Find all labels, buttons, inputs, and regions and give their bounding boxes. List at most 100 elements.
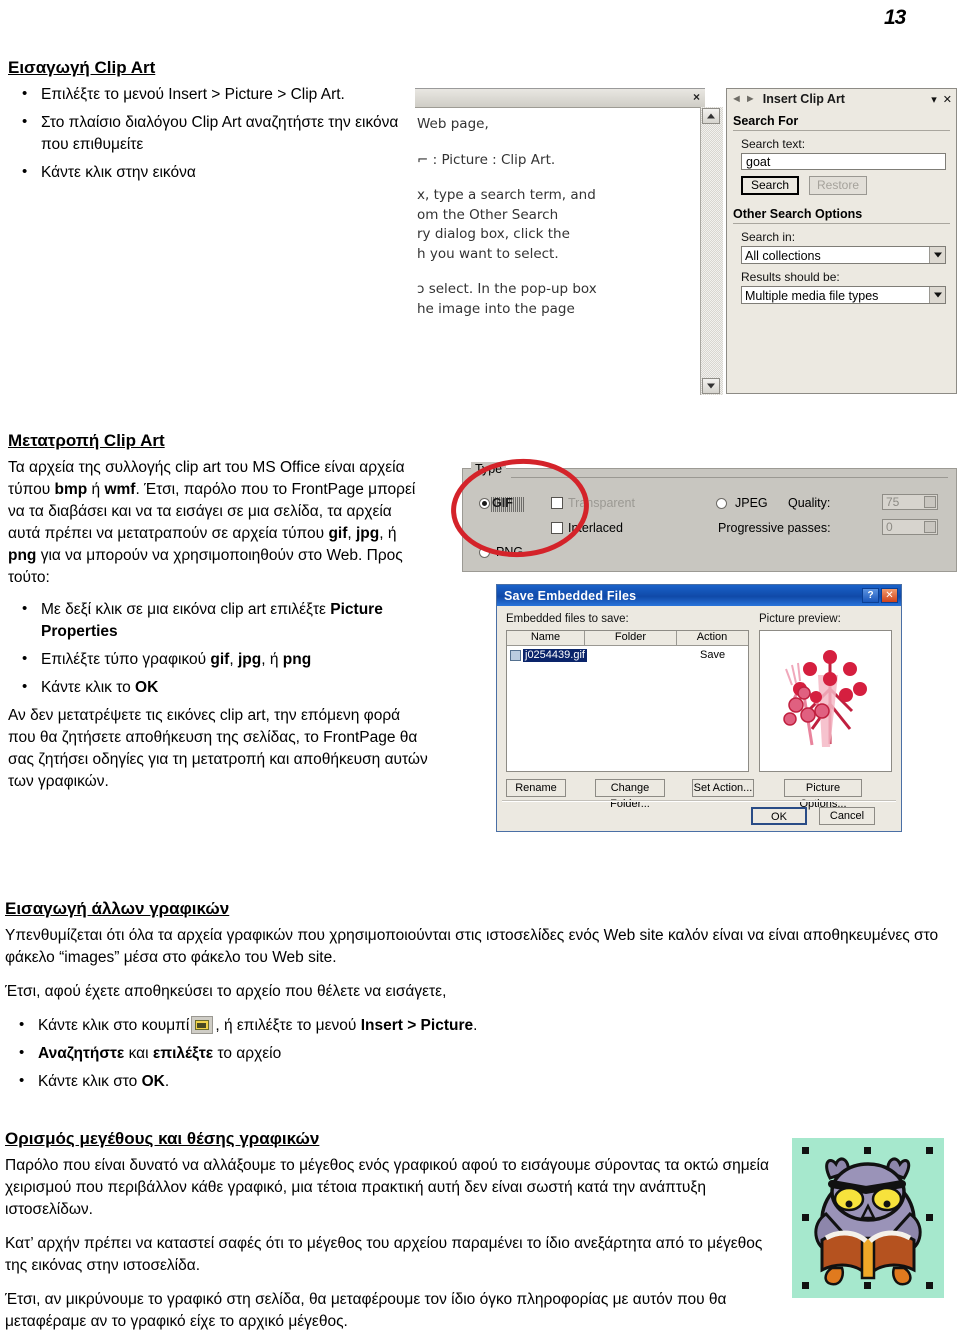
- text-run-bold: Insert > Picture: [360, 1017, 474, 1035]
- search-button[interactable]: Search: [741, 176, 799, 195]
- embedded-files-list[interactable]: Name Folder Action j0254439.gif Save: [506, 630, 749, 772]
- text-run-bold: jpg: [356, 525, 380, 543]
- size-paragraph-1: Παρόλο που είναι δυνατό να αλλάξουμε το …: [5, 1157, 769, 1219]
- resize-handle[interactable]: [864, 1147, 871, 1154]
- text-run: για να μπορούν να χρησιμοποιηθούν στο We…: [8, 547, 403, 587]
- text-run: , ή επιλέξτε το μενού: [215, 1017, 361, 1035]
- chevron-down-icon[interactable]: [929, 247, 945, 263]
- text-run-bold: jpg: [237, 651, 262, 669]
- chevron-down-icon[interactable]: ▾: [931, 93, 937, 106]
- resize-handle[interactable]: [802, 1282, 809, 1289]
- owl-clipart-image[interactable]: [792, 1138, 944, 1298]
- ok-button[interactable]: OK: [751, 807, 807, 825]
- resize-handle[interactable]: [926, 1282, 933, 1289]
- close-icon[interactable]: ✕: [881, 588, 898, 603]
- list-item: Κάντε κλικ το OK: [8, 676, 428, 699]
- frontpage-document-window: × Web page, ⌐ : Picture : Clip Art. x, t…: [415, 88, 723, 395]
- insert-clipart-bullet-list: Επιλέξτε το μενού Insert > Picture > Cli…: [8, 83, 408, 184]
- task-pane-titlebar: ◄ ► Insert Clip Art ▾ ✕: [727, 89, 956, 109]
- stepper-arrows-icon[interactable]: [924, 521, 936, 533]
- list-item: Επιλέξτε το μενού Insert > Picture > Cli…: [8, 83, 408, 106]
- convert-paragraph-2: Αν δεν μετατρέψετε τις εικόνες clip art,…: [8, 707, 428, 791]
- document-page: 13 Εισαγωγή Clip Art Επιλέξτε το μενού I…: [0, 0, 960, 1339]
- list-item: Στο πλαίσιο διαλόγου Clip Art αναζητήστε…: [8, 111, 408, 156]
- table-header-row: Name Folder Action: [507, 631, 748, 646]
- insert-picture-button-icon: [191, 1016, 214, 1035]
- doc-line: Web page,: [417, 116, 489, 132]
- doc-line: x, type a search term, and om the Other …: [417, 187, 596, 262]
- scroll-down-icon[interactable]: [702, 378, 720, 394]
- quality-stepper[interactable]: 75: [882, 494, 938, 510]
- search-button-row: Search Restore: [741, 176, 956, 195]
- text-run: .: [164, 1073, 170, 1091]
- section-other-graphics: Εισαγωγή άλλων γραφικών Υπενθυμίζεται ότ…: [5, 898, 955, 1099]
- page-number: 13: [884, 6, 906, 29]
- screenshot-insert-clipart: × Web page, ⌐ : Picture : Clip Art. x, t…: [415, 88, 957, 395]
- stepper-arrows-icon[interactable]: [924, 496, 936, 508]
- close-icon[interactable]: ✕: [943, 93, 952, 106]
- list-item: Επιλέξτε τύπο γραφικού gif, jpg, ή png: [8, 648, 428, 671]
- size-paragraph-2: Κατ’ αρχήν πρέπει να καταστεί σαφές ότι …: [5, 1235, 763, 1275]
- search-in-label: Search in:: [741, 230, 796, 244]
- scroll-up-icon[interactable]: [702, 108, 720, 124]
- jpeg-radio[interactable]: [716, 498, 727, 509]
- progressive-passes-stepper[interactable]: 0: [882, 519, 938, 535]
- column-header-action[interactable]: Action: [677, 631, 747, 645]
- help-icon[interactable]: ?: [862, 588, 879, 603]
- resize-handle[interactable]: [802, 1147, 809, 1154]
- section-heading-insert-clipart: Εισαγωγή Clip Art: [8, 58, 156, 77]
- column-header-name[interactable]: Name: [507, 631, 585, 645]
- resize-handle[interactable]: [926, 1214, 933, 1221]
- list-item: Κάντε κλικ στο κουμπί , ή επιλέξτε το μεν…: [5, 1014, 955, 1037]
- results-value: Multiple media file types: [745, 289, 879, 303]
- quality-label: Quality:: [788, 496, 831, 510]
- file-icon: [510, 649, 521, 661]
- search-for-heading: Search For: [733, 114, 950, 131]
- doc-line: ⌐ : Picture : Clip Art.: [417, 151, 556, 168]
- search-in-select[interactable]: All collections: [741, 246, 946, 264]
- column-header-folder[interactable]: Folder: [585, 631, 677, 645]
- back-arrow-icon[interactable]: ◄: [731, 93, 742, 105]
- text-run-bold: επιλέξτε: [152, 1045, 214, 1063]
- dialog-title: Save Embedded Files: [504, 588, 637, 603]
- resize-handle[interactable]: [802, 1214, 809, 1221]
- results-select[interactable]: Multiple media file types: [741, 286, 946, 304]
- convert-paragraph-1: Τα αρχεία της συλλογής clip art του MS O…: [8, 457, 428, 589]
- list-item: Κάντε κλικ στο OK.: [5, 1070, 955, 1093]
- text-run: Κάντε κλικ το: [41, 679, 136, 697]
- text-run-bold: OK: [135, 679, 159, 697]
- progressive-value: 0: [886, 520, 893, 534]
- chevron-down-icon[interactable]: [929, 287, 945, 303]
- resize-handle[interactable]: [864, 1282, 871, 1289]
- text-run: ,: [229, 651, 238, 669]
- change-folder-button[interactable]: Change Folder...: [595, 779, 665, 810]
- text-run: Επιλέξτε τύπο γραφικού: [41, 651, 211, 669]
- document-vertical-scrollbar[interactable]: [700, 107, 723, 395]
- close-icon[interactable]: ×: [693, 91, 700, 104]
- other-graphics-paragraph-1: Υπενθυμίζεται ότι όλα τα αρχεία γραφικών…: [5, 927, 939, 967]
- text-run-bold: wmf: [104, 481, 136, 499]
- screenshot-picture-type-options: Type GIF PNG Transparent Interlaced JPEG…: [447, 454, 957, 572]
- rename-button[interactable]: Rename: [506, 779, 566, 797]
- search-input[interactable]: goat: [741, 153, 946, 170]
- picture-options-button[interactable]: Picture Options...: [784, 779, 862, 810]
- text-run-bold: Αναζητήστε: [38, 1045, 125, 1063]
- dialog-divider: [502, 800, 896, 802]
- text-run: Κάντε κλικ στο: [38, 1073, 142, 1091]
- restore-button[interactable]: Restore: [809, 176, 867, 195]
- task-pane-title: Insert Clip Art: [762, 92, 845, 106]
- forward-arrow-icon[interactable]: ►: [745, 93, 756, 105]
- set-action-button[interactable]: Set Action...: [692, 779, 754, 797]
- other-search-options-heading: Other Search Options: [733, 207, 950, 224]
- table-row[interactable]: j0254439.gif Save: [507, 648, 748, 662]
- doc-line: ɔ select. In the pop-up box he image int…: [417, 281, 597, 317]
- resize-handle[interactable]: [926, 1147, 933, 1154]
- section-heading-convert-clipart: Μετατροπή Clip Art: [8, 431, 165, 450]
- section-insert-clipart: Εισαγωγή Clip Art Επιλέξτε το μενού Inse…: [8, 57, 408, 190]
- text-run: ,: [347, 525, 356, 543]
- file-name-cell[interactable]: j0254439.gif: [523, 648, 587, 662]
- section-heading-other-graphics: Εισαγωγή άλλων γραφικών: [5, 899, 230, 918]
- text-run: και: [124, 1045, 153, 1063]
- cancel-button[interactable]: Cancel: [819, 807, 875, 825]
- quality-value: 75: [886, 495, 900, 509]
